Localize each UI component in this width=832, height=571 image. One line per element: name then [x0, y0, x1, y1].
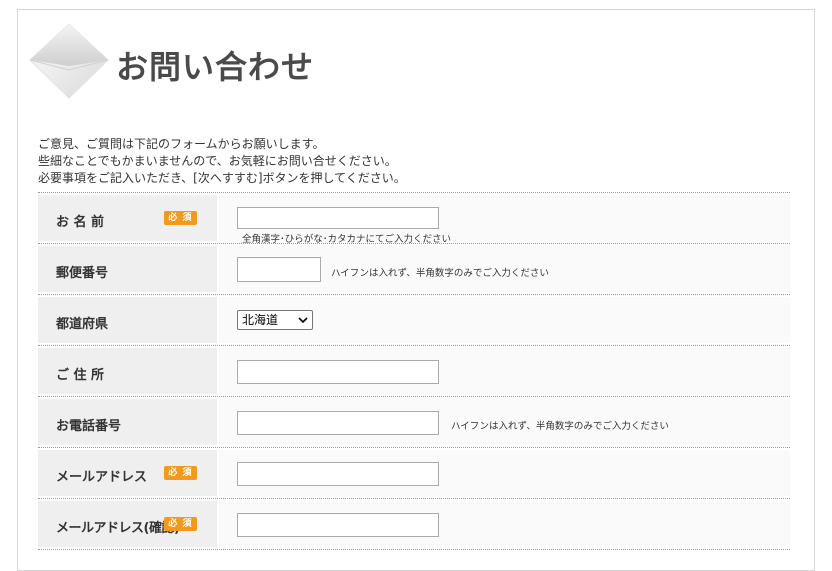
- name-label: お 名 前: [56, 215, 105, 230]
- intro-line: ご意見、ご質問は下記のフォームからお願いします。: [38, 137, 325, 151]
- postal-hint: ハイフンは入れず、半角数字のみでご入力ください: [331, 268, 549, 279]
- value-cell: 北海道: [219, 297, 790, 343]
- page-title: お問い合わせ: [116, 48, 315, 86]
- intro-line: 必要事項をご記入いただき、[次へすすむ]ボタンを押してください。: [38, 171, 406, 185]
- name-input[interactable]: [237, 207, 439, 229]
- email-confirm-input[interactable]: [237, 513, 439, 537]
- email-label: メールアドレス: [56, 470, 148, 485]
- label-cell: 郵便番号: [38, 246, 217, 292]
- label-cell: お 名 前 必 須: [38, 195, 217, 241]
- intro-text: ご意見、ご質問は下記のフォームからお願いします。 些細なことでもかまいませんので…: [38, 136, 406, 187]
- required-badge: 必 須: [164, 517, 197, 531]
- label-cell: お電話番号: [38, 399, 217, 445]
- chevron-down-icon: [298, 317, 308, 324]
- label-cell: メールアドレス(確認) 必 須: [38, 501, 217, 547]
- label-cell: ご 住 所: [38, 348, 217, 394]
- email-confirm-label: メールアドレス(確認): [56, 521, 180, 536]
- value-cell: 全角漢字･ひらがな･カタカナにてご入力ください: [219, 195, 790, 245]
- form-row-prefecture: 都道府県 北海道: [38, 295, 790, 346]
- value-cell: ハイフンは入れず、半角数字のみでご入力ください: [219, 399, 790, 445]
- intro-line: 些細なことでもかまいませんので、お気軽にお問い合せください。: [38, 154, 397, 168]
- value-cell: [219, 501, 790, 547]
- page-header: お問い合わせ: [28, 20, 428, 100]
- required-badge: 必 須: [164, 466, 197, 480]
- envelope-icon: [29, 23, 109, 99]
- prefecture-select[interactable]: 北海道: [237, 310, 313, 330]
- email-input[interactable]: [237, 462, 439, 486]
- value-cell: [219, 348, 790, 394]
- postal-label: 郵便番号: [56, 266, 109, 281]
- name-hint: 全角漢字･ひらがな･カタカナにてご入力ください: [242, 234, 452, 245]
- value-cell: ハイフンは入れず、半角数字のみでご入力ください: [219, 246, 790, 292]
- phone-hint: ハイフンは入れず、半角数字のみでご入力ください: [451, 421, 669, 432]
- label-cell: 都道府県: [38, 297, 217, 343]
- address-label: ご 住 所: [56, 368, 105, 383]
- address-input[interactable]: [237, 360, 439, 384]
- postal-input[interactable]: [237, 257, 321, 282]
- label-cell: メールアドレス 必 須: [38, 450, 217, 496]
- required-badge: 必 須: [164, 211, 197, 225]
- form-row-email: メールアドレス 必 須: [38, 448, 790, 499]
- phone-input[interactable]: [237, 411, 439, 435]
- value-cell: [219, 450, 790, 496]
- prefecture-selected: 北海道: [242, 313, 279, 327]
- contact-page: お問い合わせ ご意見、ご質問は下記のフォームからお願いします。 些細なことでもか…: [17, 9, 815, 571]
- form-row-email-confirm: メールアドレス(確認) 必 須: [38, 499, 790, 550]
- contact-form: お 名 前 必 須 全角漢字･ひらがな･カタカナにてご入力ください 郵便番号 ハ…: [38, 192, 790, 550]
- form-row-address: ご 住 所: [38, 346, 790, 397]
- form-row-postal: 郵便番号 ハイフンは入れず、半角数字のみでご入力ください: [38, 244, 790, 295]
- form-row-phone: お電話番号 ハイフンは入れず、半角数字のみでご入力ください: [38, 397, 790, 448]
- form-row-name: お 名 前 必 須 全角漢字･ひらがな･カタカナにてご入力ください: [38, 193, 790, 245]
- prefecture-label: 都道府県: [56, 317, 109, 332]
- phone-label: お電話番号: [56, 419, 122, 434]
